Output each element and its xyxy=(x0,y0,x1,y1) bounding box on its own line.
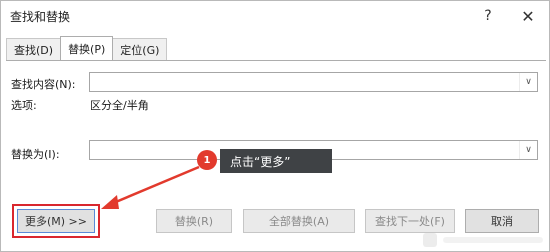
find-dropdown-chevron-icon[interactable]: ∨ xyxy=(519,73,537,91)
watermark-logo xyxy=(423,233,543,247)
replace-all-button[interactable]: 全部替换(A) xyxy=(243,209,355,233)
step-number-badge: 1 xyxy=(197,150,217,170)
options-value: 区分全/半角 xyxy=(90,99,149,112)
dialog-title: 查找和替换 xyxy=(10,10,71,24)
title-bar: 查找和替换 ? ✕ xyxy=(1,1,549,31)
help-button[interactable]: ? xyxy=(475,4,501,28)
replace-button[interactable]: 替换(R) xyxy=(156,209,232,233)
options-label: 选项: xyxy=(11,99,37,112)
more-button-highlight xyxy=(12,204,100,238)
close-button[interactable]: ✕ xyxy=(515,4,541,28)
find-input[interactable]: ∨ xyxy=(89,72,538,92)
replace-dropdown-chevron-icon[interactable]: ∨ xyxy=(519,141,537,159)
tab-strip: 查找(D) 替换(P) 定位(G) xyxy=(6,36,168,61)
find-label: 查找内容(N): xyxy=(11,78,76,91)
replace-label: 替换为(I): xyxy=(11,148,60,161)
tab-replace[interactable]: 替换(P) xyxy=(60,36,114,60)
tab-goto[interactable]: 定位(G) xyxy=(112,38,168,60)
callout-tooltip: 点击“更多” xyxy=(220,149,332,173)
find-replace-dialog: 查找和替换 ? ✕ 查找(D) 替换(P) 定位(G) 查找内容(N): ∨ 选… xyxy=(0,0,550,252)
tab-find[interactable]: 查找(D) xyxy=(6,38,62,60)
